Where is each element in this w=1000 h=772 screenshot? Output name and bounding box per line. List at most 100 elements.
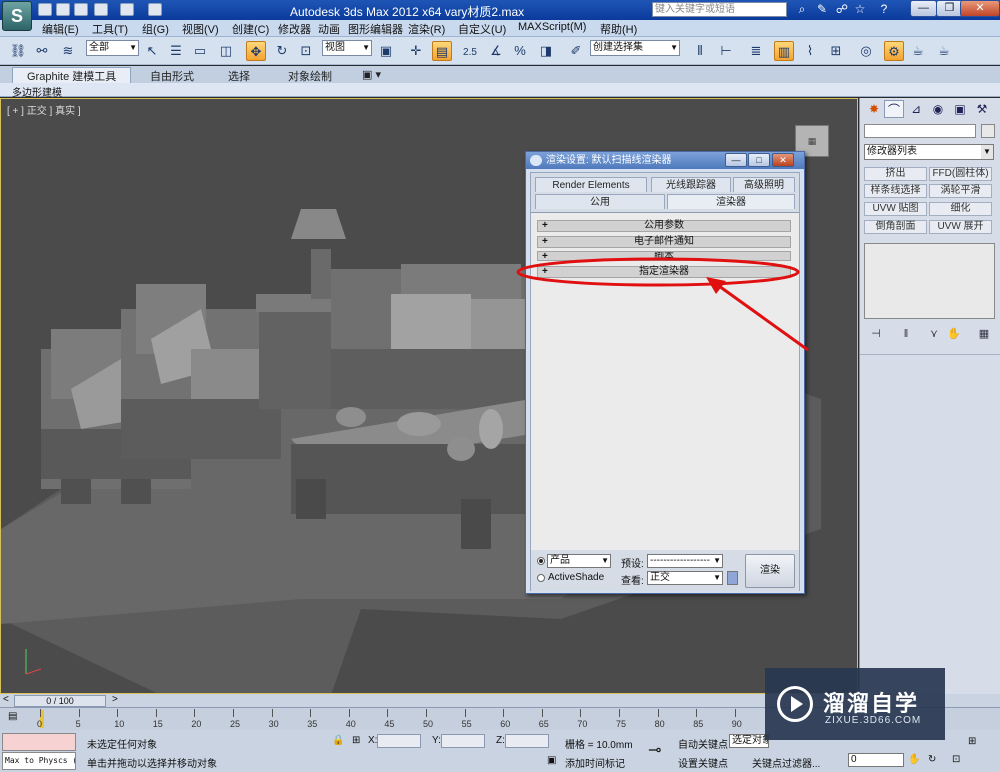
angle-snap-icon[interactable]: ∡ (486, 41, 506, 61)
menu-edit[interactable]: 编辑(E) (42, 21, 79, 37)
modify-tab-icon[interactable]: ⌒ (884, 100, 904, 118)
configure-sets-icon[interactable]: ▦ (976, 326, 992, 342)
save-file-icon[interactable] (74, 3, 88, 16)
mod-unwrap-uvw-button[interactable]: UVW 展开 (929, 220, 992, 234)
menu-rendering[interactable]: 渲染(R) (408, 21, 445, 37)
key-filters-button[interactable]: 关键点过滤器... (752, 755, 820, 770)
pivot-center-icon[interactable]: ▣ (376, 41, 396, 61)
menu-customize[interactable]: 自定义(U) (458, 21, 506, 37)
menu-animation[interactable]: 动画 (318, 21, 340, 37)
mode-select[interactable]: 产品 ▼ (547, 554, 611, 568)
preset-select[interactable]: ------------------ ▼ (647, 554, 723, 568)
graphite-toggle-icon[interactable]: ▥ (774, 41, 794, 61)
rect-selection-icon[interactable]: ▭ (190, 41, 210, 61)
orbit-icon[interactable]: ↻ (928, 754, 936, 765)
time-tag-icon[interactable]: ▣ (547, 755, 556, 766)
maxscript-listener[interactable] (2, 733, 76, 751)
layer-manager-icon[interactable]: ≣ (746, 41, 766, 61)
timeline-prev-icon[interactable]: < (3, 694, 9, 705)
reference-coord-select[interactable]: 视图 ▼ (322, 40, 372, 56)
menu-create[interactable]: 创建(C) (232, 21, 269, 37)
maximize-viewport-icon[interactable]: ⊡ (952, 754, 960, 765)
timeline-next-icon[interactable]: > (112, 694, 118, 705)
radio-production[interactable] (537, 557, 545, 565)
set-key-icon[interactable]: ⊸ (648, 740, 661, 760)
rotate-icon[interactable]: ↻ (272, 41, 292, 61)
community-icon[interactable]: ☍ (834, 2, 850, 17)
undo-icon[interactable] (94, 3, 108, 16)
menu-maxscript[interactable]: MAXScript(M) (518, 21, 586, 33)
hierarchy-tab-icon[interactable]: ⊿ (906, 100, 926, 118)
dialog-maximize-button[interactable]: □ (748, 153, 770, 167)
dialog-minimize-button[interactable]: — (725, 153, 747, 167)
modifier-list-select[interactable]: 修改器列表 ▼ (864, 144, 994, 160)
mod-extrude-button[interactable]: 挤出 (864, 167, 927, 181)
show-end-result-icon[interactable]: ‖ (898, 326, 914, 342)
viewport-label[interactable]: [ + ] 正交 ] 真实 ] (7, 102, 81, 117)
view-select[interactable]: 正交 ▼ (647, 571, 723, 585)
auto-key-button[interactable]: 自动关键点 (678, 736, 728, 751)
material-editor-icon[interactable]: ◎ (856, 41, 876, 61)
dialog-close-button[interactable]: ✕ (772, 153, 794, 167)
key-selection-select[interactable]: 选定对象 (729, 734, 769, 748)
object-name-input[interactable] (864, 124, 976, 138)
maxscript-mini-input[interactable]: Max to Physcs ( (2, 752, 76, 770)
make-unique-icon[interactable]: ⋎ (926, 326, 942, 342)
display-tab-icon[interactable]: ▣ (950, 100, 970, 118)
render-setup-icon[interactable]: ⚙ (884, 41, 904, 61)
mod-turbosmooth-button[interactable]: 涡轮平滑 (929, 184, 992, 198)
z-coordinate-input[interactable] (505, 734, 549, 748)
utilities-tab-icon[interactable]: ⚒ (972, 100, 992, 118)
tools-icon[interactable]: ✎ (814, 2, 830, 17)
mirror-icon[interactable]: ⫴ (690, 41, 710, 61)
rollout-common-parameters[interactable]: + 公用参数 (537, 220, 791, 232)
object-color-swatch[interactable] (981, 124, 995, 138)
schematic-view-icon[interactable]: ⊞ (826, 41, 846, 61)
bind-space-warp-icon[interactable]: ≋ (58, 41, 78, 61)
menu-modifiers[interactable]: 修改器 (278, 21, 311, 37)
close-button[interactable]: ✕ (960, 0, 1000, 17)
mod-bevel-profile-button[interactable]: 倒角剖面 (864, 220, 927, 234)
manipulate-icon[interactable]: ✛ (406, 41, 426, 61)
binoculars-icon[interactable]: ⌕ (794, 2, 810, 17)
window-crossing-icon[interactable]: ◫ (216, 41, 236, 61)
named-selection-select[interactable]: 创建选择集 ▼ (590, 40, 680, 56)
maximize-button[interactable]: ❐ (936, 0, 963, 17)
keyboard-shortcut-icon[interactable]: ▤ (432, 41, 452, 61)
unlink-icon[interactable]: ⚯ (32, 41, 52, 61)
current-frame-input[interactable]: 0 (848, 753, 904, 767)
motion-tab-icon[interactable]: ◉ (928, 100, 948, 118)
menu-group[interactable]: 组(G) (142, 21, 169, 37)
app-logo-icon[interactable]: S (2, 1, 32, 31)
tab-common[interactable]: 公用 (535, 194, 665, 209)
mod-spline-select-button[interactable]: 样条线选择 (864, 184, 927, 198)
mod-ffd-cyl-button[interactable]: FFD(圆柱体) (929, 167, 992, 181)
tab-freeform[interactable]: 自由形式 (150, 68, 194, 84)
menu-view[interactable]: 视图(V) (182, 21, 219, 37)
create-tab-icon[interactable]: ✸ (864, 100, 884, 118)
menu-tools[interactable]: 工具(T) (92, 21, 128, 37)
tab-object-paint[interactable]: 对象绘制 (288, 68, 332, 84)
tab-graphite-modeling[interactable]: Graphite 建模工具 (12, 67, 132, 83)
quick-access-dropdown-icon[interactable] (148, 3, 162, 16)
edit-named-selection-icon[interactable]: ✐ (566, 41, 586, 61)
tab-render-elements[interactable]: Render Elements (535, 177, 647, 192)
absolute-mode-icon[interactable]: ⊞ (352, 735, 360, 746)
y-coordinate-input[interactable] (441, 734, 485, 748)
percent-snap-icon[interactable]: % (510, 41, 530, 61)
minimize-button[interactable]: — (910, 0, 937, 17)
rollout-assign-renderer[interactable]: + 指定渲染器 (537, 266, 791, 278)
tab-advanced-lighting[interactable]: 高级照明 (733, 177, 795, 192)
snaps-toggle-icon[interactable]: 2.5 (460, 41, 480, 61)
curve-editor-icon[interactable]: ⌇ (800, 41, 820, 61)
remove-modifier-icon[interactable]: ✋ (946, 326, 962, 342)
select-by-name-icon[interactable]: ☰ (166, 41, 186, 61)
pan-view-icon[interactable]: ✋ (908, 754, 920, 765)
menu-help[interactable]: 帮助(H) (600, 21, 637, 37)
mini-curve-icon[interactable]: ▤ (8, 711, 17, 722)
mod-uvw-map-button[interactable]: UVW 贴图 (864, 202, 927, 216)
rendered-frame-icon[interactable]: ☕ (908, 41, 928, 61)
favorites-icon[interactable]: ☆ (852, 2, 868, 17)
tab-renderer[interactable]: 渲染器 (667, 194, 795, 209)
help-icon[interactable]: ? (876, 2, 892, 17)
